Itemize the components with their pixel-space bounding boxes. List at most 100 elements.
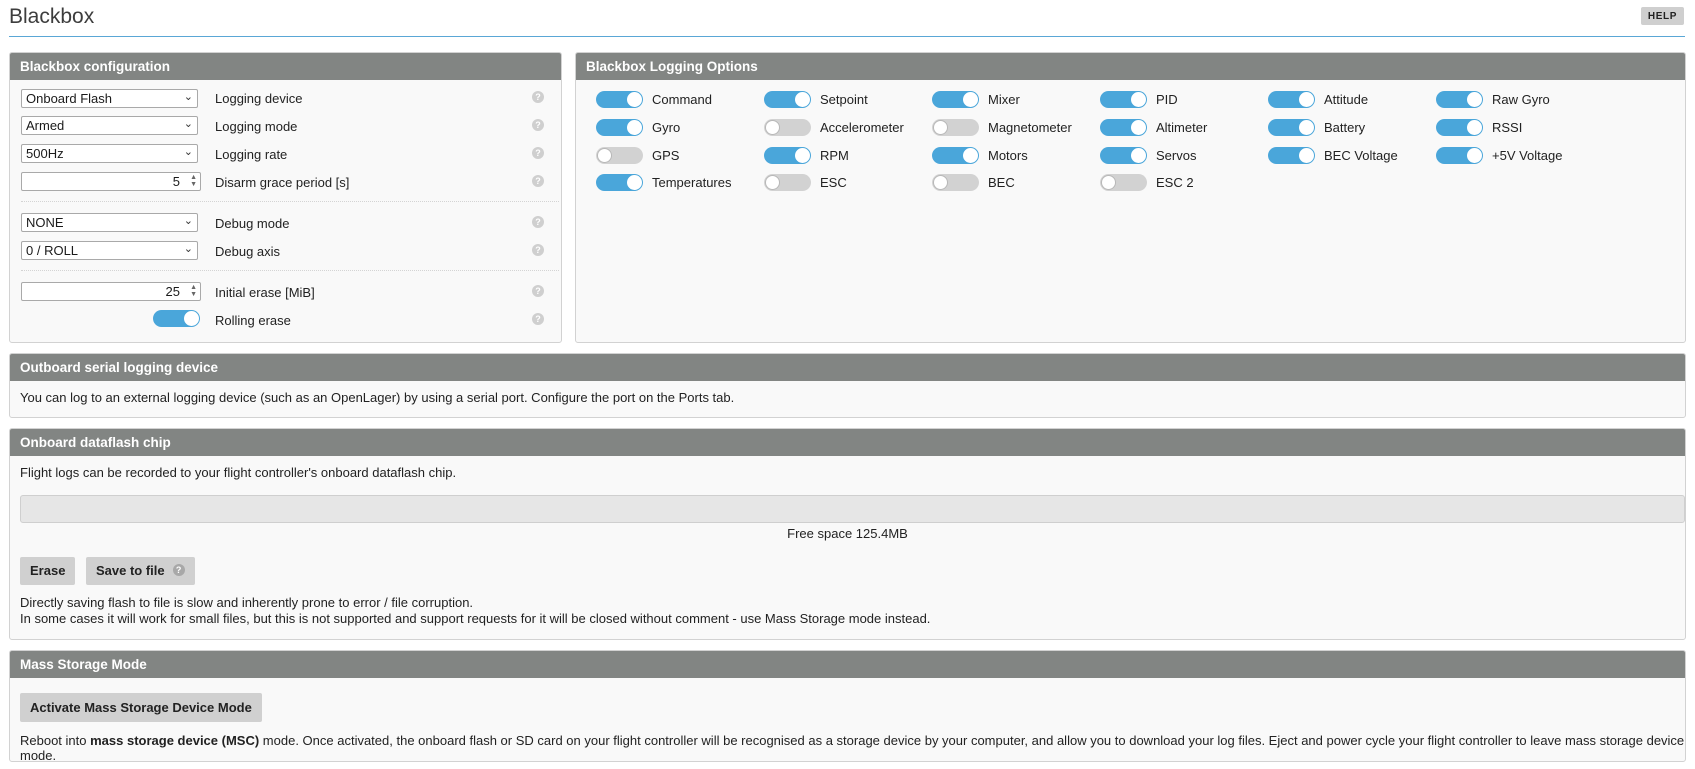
panel-title: Onboard dataflash chip xyxy=(10,429,1685,456)
option-label-magnetometer: Magnetometer xyxy=(988,120,1072,135)
option-toggle-gps[interactable] xyxy=(596,147,643,164)
logging-rate-select[interactable]: 500Hz ⌄ xyxy=(21,144,198,163)
msc-text-bold: mass storage device (MSC) xyxy=(90,733,260,748)
erase-button[interactable]: Erase xyxy=(20,557,76,585)
activate-msc-label: Activate Mass Storage Device Mode xyxy=(30,700,252,715)
option-toggle-motors[interactable] xyxy=(932,147,979,164)
toggle-knob xyxy=(795,92,810,107)
msc-text-post: mode. Once activated, the onboard flash … xyxy=(20,733,1685,762)
panel-title: Mass Storage Mode xyxy=(10,651,1685,678)
toggle-knob xyxy=(627,92,642,107)
option-label-esc: ESC xyxy=(820,175,847,190)
dataflash-panel: Onboard dataflash chip Flight logs can b… xyxy=(9,428,1686,640)
help-icon[interactable]: ? xyxy=(172,564,185,576)
help-icon[interactable]: ? xyxy=(532,175,544,187)
help-icon[interactable]: ? xyxy=(532,216,544,228)
option-toggle-battery[interactable] xyxy=(1268,119,1315,136)
toggle-knob xyxy=(1467,92,1482,107)
logging-device-select[interactable]: Onboard Flash ⌄ xyxy=(21,89,198,108)
option-toggle-esc[interactable] xyxy=(764,174,811,191)
help-icon[interactable]: ? xyxy=(532,119,544,131)
select-value: 0 / ROLL xyxy=(26,243,79,258)
option-toggle-mixer[interactable] xyxy=(932,91,979,108)
chevron-down-icon: ⌄ xyxy=(183,215,193,227)
chevron-down-icon: ⌄ xyxy=(183,243,193,255)
chevron-down-icon: ⌄ xyxy=(183,118,193,130)
toggle-knob xyxy=(1467,120,1482,135)
option-label-temperatures: Temperatures xyxy=(652,175,732,190)
flash-usage-bar xyxy=(20,495,1685,523)
help-button[interactable]: HELP xyxy=(1640,7,1684,25)
rolling-erase-label: Rolling erase xyxy=(215,313,291,328)
option-toggle-rssi[interactable] xyxy=(1436,119,1483,136)
initial-erase-input[interactable]: 25 ▲ ▼ xyxy=(21,282,201,301)
select-value: 500Hz xyxy=(26,146,64,161)
option-toggle-setpoint[interactable] xyxy=(764,91,811,108)
option-toggle-bec-voltage[interactable] xyxy=(1268,147,1315,164)
save-to-file-button[interactable]: Save to file? xyxy=(86,557,195,585)
option-label-5v-voltage: +5V Voltage xyxy=(1492,148,1563,163)
toggle-knob xyxy=(795,148,810,163)
rolling-erase-toggle[interactable] xyxy=(153,310,200,327)
toggle-knob xyxy=(1131,120,1146,135)
debug-axis-select[interactable]: 0 / ROLL ⌄ xyxy=(21,241,198,260)
option-toggle-5v-voltage[interactable] xyxy=(1436,147,1483,164)
select-value: NONE xyxy=(26,215,64,230)
option-toggle-magnetometer[interactable] xyxy=(932,119,979,136)
debug-mode-select[interactable]: NONE ⌄ xyxy=(21,213,198,232)
spinner-icon[interactable]: ▲ ▼ xyxy=(190,284,197,298)
panel-title: Blackbox Logging Options xyxy=(576,53,1685,80)
option-toggle-bec[interactable] xyxy=(932,174,979,191)
option-toggle-attitude[interactable] xyxy=(1268,91,1315,108)
toggle-knob xyxy=(933,120,948,135)
option-label-command: Command xyxy=(652,92,712,107)
option-label-bec: BEC xyxy=(988,175,1015,190)
disarm-grace-input[interactable]: 5 ▲ ▼ xyxy=(21,172,201,191)
option-label-battery: Battery xyxy=(1324,120,1366,135)
toggle-knob xyxy=(963,92,978,107)
help-icon[interactable]: ? xyxy=(532,285,544,297)
option-label-rpm: RPM xyxy=(820,148,849,163)
option-label-bec-voltage: BEC Voltage xyxy=(1324,148,1398,163)
help-icon[interactable]: ? xyxy=(532,313,544,325)
option-toggle-temperatures[interactable] xyxy=(596,174,643,191)
debug-mode-label: Debug mode xyxy=(215,216,290,231)
option-toggle-pid[interactable] xyxy=(1100,91,1147,108)
option-toggle-gyro[interactable] xyxy=(596,119,643,136)
panel-title: Blackbox configuration xyxy=(10,53,561,80)
toggle-knob xyxy=(184,311,199,326)
option-label-servos: Servos xyxy=(1156,148,1197,163)
option-toggle-esc-2[interactable] xyxy=(1100,174,1147,191)
option-toggle-servos[interactable] xyxy=(1100,147,1147,164)
page-title: Blackbox xyxy=(9,5,95,28)
option-toggle-altimeter[interactable] xyxy=(1100,119,1147,136)
help-icon[interactable]: ? xyxy=(532,91,544,103)
option-toggle-accelerometer[interactable] xyxy=(764,119,811,136)
option-label-motors: Motors xyxy=(988,148,1028,163)
logging-rate-label: Logging rate xyxy=(215,147,288,162)
option-toggle-rpm[interactable] xyxy=(764,147,811,164)
option-toggle-command[interactable] xyxy=(596,91,643,108)
toggle-knob xyxy=(1131,92,1146,107)
toggle-knob xyxy=(1299,120,1314,135)
blackbox-configuration-panel: Blackbox configuration Onboard Flash ⌄ L… xyxy=(9,52,562,343)
toggle-knob xyxy=(765,175,780,190)
help-icon[interactable]: ? xyxy=(532,147,544,159)
logging-options-panel: Blackbox Logging Options Command Setpoint… xyxy=(575,52,1686,343)
toggle-knob xyxy=(1299,92,1314,107)
spinner-icon[interactable]: ▲ ▼ xyxy=(190,174,197,188)
warning-line-2: In some cases it will work for small fil… xyxy=(20,611,931,626)
option-label-setpoint: Setpoint xyxy=(820,92,868,107)
toggle-knob xyxy=(765,120,780,135)
help-icon[interactable]: ? xyxy=(532,244,544,256)
number-value: 5 xyxy=(172,174,180,189)
logging-mode-select[interactable]: Armed ⌄ xyxy=(21,116,198,135)
activate-msc-button[interactable]: Activate Mass Storage Device Mode xyxy=(20,693,262,722)
toggle-knob xyxy=(627,120,642,135)
option-toggle-raw-gyro[interactable] xyxy=(1436,91,1483,108)
option-label-accelerometer: Accelerometer xyxy=(820,120,904,135)
mass-storage-panel: Mass Storage Mode Activate Mass Storage … xyxy=(9,650,1686,762)
select-value: Onboard Flash xyxy=(26,91,112,106)
option-label-gyro: Gyro xyxy=(652,120,681,135)
toggle-knob xyxy=(1299,148,1314,163)
